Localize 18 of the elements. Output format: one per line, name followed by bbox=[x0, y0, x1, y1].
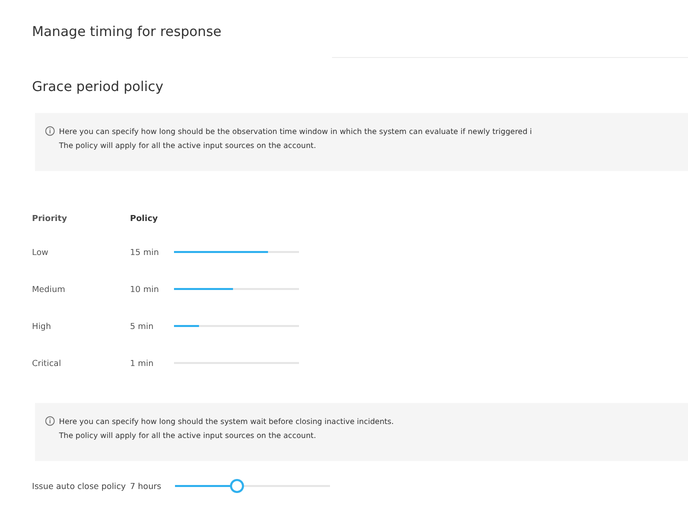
column-header: Policy bbox=[130, 213, 158, 223]
policy-value: 15 min bbox=[130, 246, 160, 256]
priority-label: Medium bbox=[32, 284, 66, 294]
info-icon bbox=[45, 126, 55, 136]
auto-close-label: Issue auto close policy bbox=[32, 481, 127, 491]
page-title: Manage timing for response bbox=[32, 23, 222, 42]
info-icon bbox=[45, 416, 55, 426]
auto-close-slider[interactable] bbox=[175, 479, 330, 493]
policy-value: 1 min bbox=[130, 358, 155, 368]
auto-close-value: 7 hours bbox=[130, 481, 162, 491]
priority-label: Low bbox=[32, 246, 50, 256]
priority-label: High bbox=[32, 320, 52, 330]
priority-label: Critical bbox=[32, 358, 62, 368]
slider-thumb[interactable] bbox=[230, 479, 244, 493]
policy-value: 5 min bbox=[130, 320, 155, 330]
column-header: Priority bbox=[32, 213, 68, 223]
policy-value: 10 min bbox=[130, 284, 160, 294]
section-title: Grace period policy bbox=[32, 79, 164, 97]
